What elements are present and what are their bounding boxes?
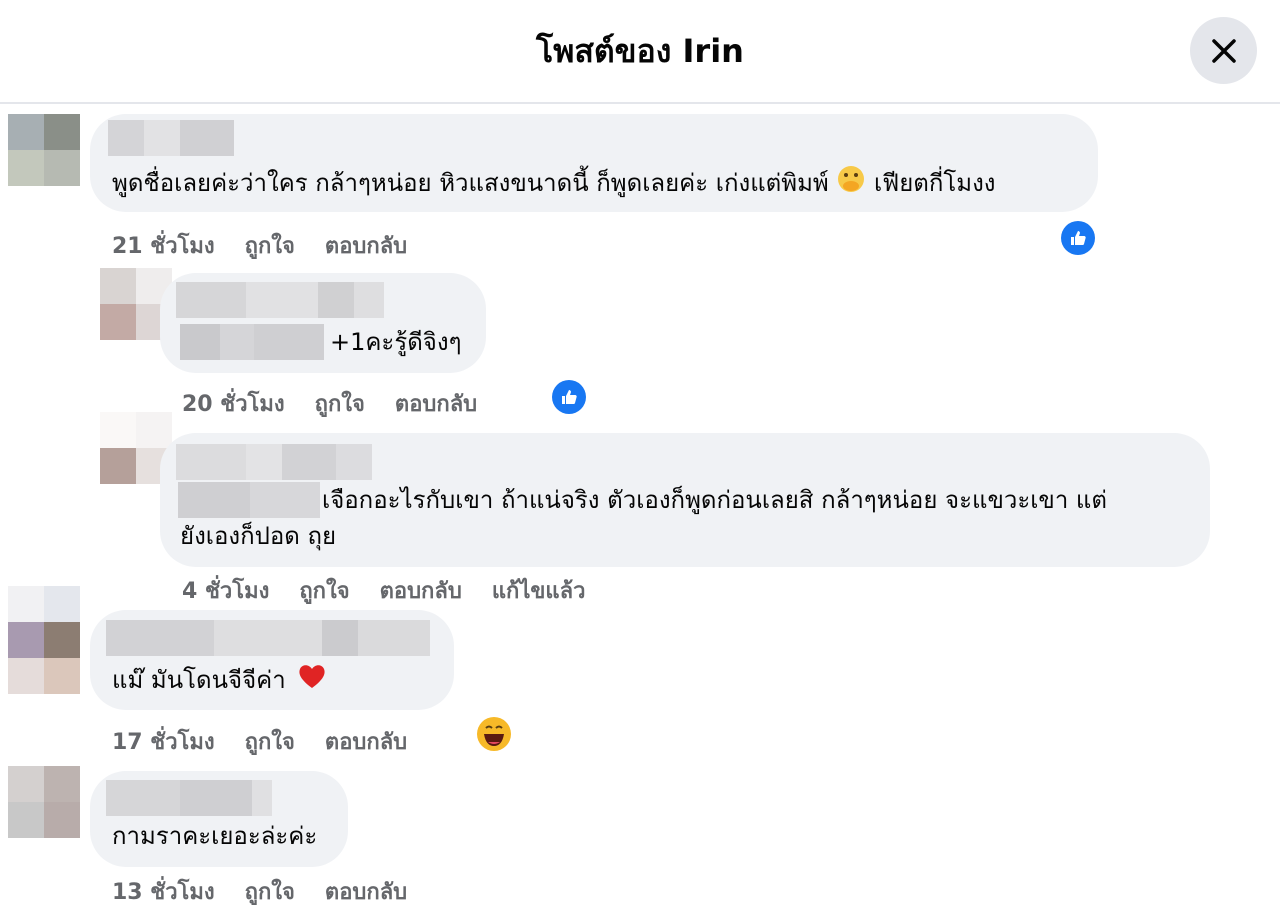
like-icon[interactable] [1061, 221, 1095, 255]
reply-link[interactable]: ตอบกลับ [395, 392, 477, 417]
comment-meta: 21 ชั่วโมง ถูกใจ ตอบกลับ [112, 228, 437, 263]
close-button[interactable] [1190, 17, 1257, 84]
like-link[interactable]: ถูกใจ [245, 730, 295, 755]
face-with-hand-over-mouth-emoji [836, 164, 866, 204]
dialog-header: โพสต์ของ Irin [0, 0, 1280, 104]
like-link[interactable]: ถูกใจ [315, 392, 365, 417]
redacted-mention[interactable] [178, 482, 320, 518]
avatar[interactable] [8, 114, 80, 186]
like-icon[interactable] [552, 380, 586, 414]
timestamp[interactable]: 4 ชั่วโมง [182, 579, 269, 604]
comment-meta: 13 ชั่วโมง ถูกใจ ตอบกลับ [112, 874, 437, 909]
reply-link[interactable]: ตอบกลับ [325, 234, 407, 259]
reply-link[interactable]: ตอบกลับ [380, 579, 462, 604]
comment-text: แม๊ มันโดนจีจีค่า [112, 662, 327, 700]
comment-meta: 4 ชั่วโมง ถูกใจ ตอบกลับ แก้ไขแล้ว [182, 573, 615, 608]
comment-meta: 17 ชั่วโมง ถูกใจ ตอบกลับ [112, 724, 437, 759]
redacted-name[interactable] [106, 780, 272, 816]
dialog-title: โพสต์ของ Irin [536, 32, 744, 70]
comment-meta: 20 ชั่วโมง ถูกใจ ตอบกลับ [182, 386, 507, 421]
redacted-name[interactable] [106, 620, 430, 656]
timestamp[interactable]: 13 ชั่วโมง [112, 880, 215, 905]
avatar-lower [8, 622, 80, 694]
like-link[interactable]: ถูกใจ [245, 880, 295, 905]
avatar[interactable] [8, 766, 80, 838]
redacted-name[interactable] [176, 282, 384, 318]
timestamp[interactable]: 21 ชั่วโมง [112, 234, 215, 259]
comment-text: เจือกอะไรกับเขา ถ้าแน่จริง ตัวเองก็พูดก่… [322, 486, 1107, 514]
timestamp[interactable]: 17 ชั่วโมง [112, 730, 215, 755]
laughing-face-icon[interactable] [476, 716, 512, 752]
redacted-name[interactable] [176, 444, 372, 480]
redacted-mention[interactable] [180, 324, 324, 360]
close-icon [1211, 38, 1236, 63]
comment-text: พูดชื่อเลยค่ะว่าใคร กล้าๆหน่อย หิวแสงขนา… [112, 164, 996, 204]
redacted-name[interactable] [108, 120, 234, 156]
comment-text: +1คะรู้ดีจิงๆ [330, 328, 462, 356]
like-link[interactable]: ถูกใจ [299, 579, 349, 604]
like-link[interactable]: ถูกใจ [245, 234, 295, 259]
timestamp[interactable]: 20 ชั่วโมง [182, 392, 285, 417]
comment-text: ยังเองก็ปอด ถุย [180, 522, 337, 550]
comment-text: กามราคะเยอะล่ะค่ะ [112, 822, 318, 850]
red-heart-emoji [297, 662, 327, 700]
reply-link[interactable]: ตอบกลับ [325, 730, 407, 755]
edited-label: แก้ไขแล้ว [491, 579, 586, 604]
reply-link[interactable]: ตอบกลับ [325, 880, 407, 905]
